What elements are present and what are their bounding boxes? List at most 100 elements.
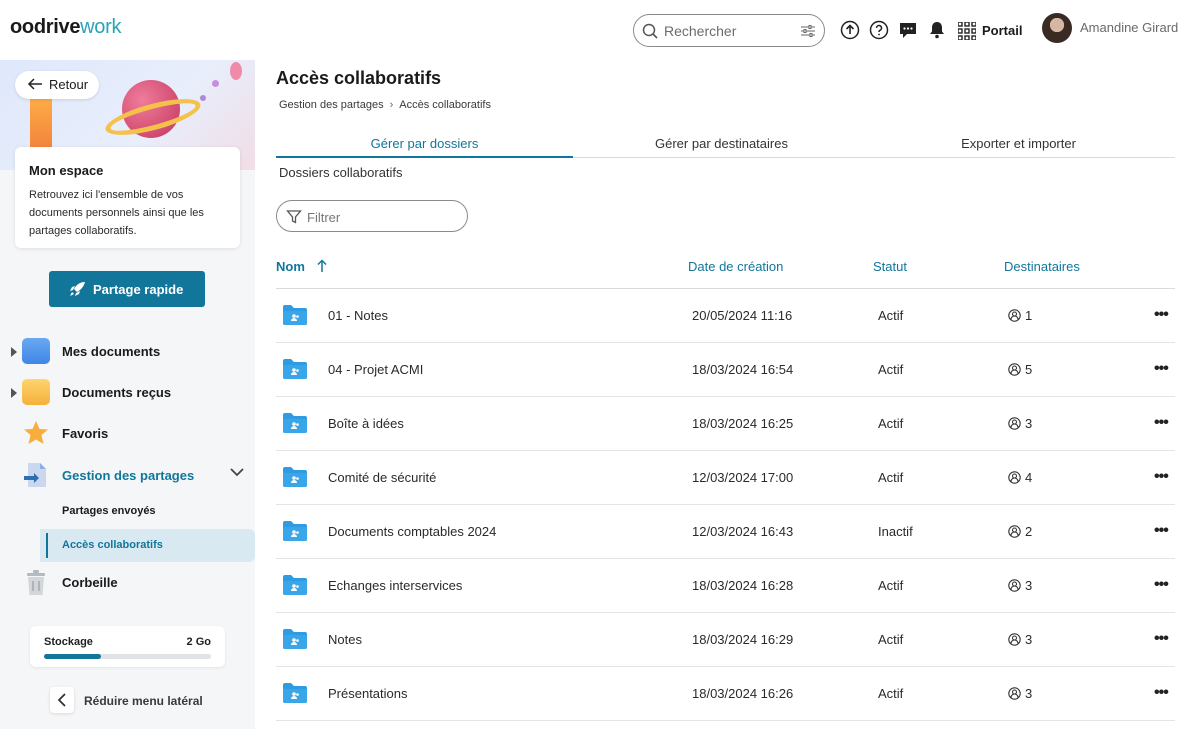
folder-name[interactable]: 04 - Projet ACMI: [328, 362, 423, 377]
search-settings-icon[interactable]: [800, 23, 816, 44]
user-name[interactable]: Amandine Girard: [1080, 20, 1178, 35]
more-options-icon[interactable]: •••: [1154, 360, 1169, 378]
nav-label: Mes documents: [62, 344, 161, 359]
folder-name[interactable]: Notes: [328, 632, 362, 647]
more-options-icon[interactable]: •••: [1154, 630, 1169, 648]
tab-gerer-par-destinataires[interactable]: Gérer par destinataires: [573, 136, 870, 158]
recipients-value: 4: [1025, 470, 1033, 485]
table-row[interactable]: 04 - Projet ACMI 18/03/2024 16:54 Actif 5 ••…: [276, 343, 1175, 397]
apps-grid-icon[interactable]: [957, 21, 977, 45]
shared-folder-icon: [282, 304, 308, 329]
recipient-person-icon: [1008, 632, 1025, 647]
subnav-item-partages-envoyes[interactable]: Partages envoyés: [40, 495, 255, 528]
chat-icon[interactable]: [898, 20, 918, 40]
nav-item-gestion-partages[interactable]: Gestion des partages: [0, 460, 255, 490]
decor-dot: [212, 80, 219, 87]
more-options-icon[interactable]: •••: [1154, 684, 1169, 702]
star-icon: [22, 420, 50, 446]
column-header-name-label: Nom: [276, 259, 305, 274]
more-options-icon[interactable]: •••: [1154, 414, 1169, 432]
expand-caret-icon[interactable]: [11, 347, 17, 357]
nav-item-documents-recus[interactable]: Documents reçus: [0, 377, 255, 407]
tab-gerer-par-dossiers[interactable]: Gérer par dossiers: [276, 136, 573, 158]
folder-name[interactable]: Boîte à idées: [328, 416, 404, 431]
table-row[interactable]: Echanges interservices 18/03/2024 16:28 Ac…: [276, 559, 1175, 613]
recipients-count: 3: [1008, 578, 1032, 593]
creation-date: 12/03/2024 16:43: [692, 524, 794, 539]
nav-item-mes-documents[interactable]: Mes documents: [0, 336, 255, 366]
column-header-name[interactable]: Nom: [276, 259, 327, 276]
recipients-count: 3: [1008, 686, 1032, 701]
table-row[interactable]: Boîte à idées 18/03/2024 16:25 Actif 3 •••: [276, 397, 1175, 451]
more-options-icon[interactable]: •••: [1154, 306, 1169, 324]
sort-ascending-icon[interactable]: [316, 259, 327, 276]
folder-received-icon: [22, 379, 50, 405]
search-box[interactable]: Rechercher: [633, 14, 825, 47]
recipient-person-icon: [1008, 686, 1025, 701]
quick-share-button[interactable]: Partage rapide: [49, 271, 205, 307]
chevron-down-icon[interactable]: [229, 466, 245, 481]
nav-item-favoris[interactable]: Favoris: [0, 418, 255, 448]
back-button[interactable]: Retour: [15, 71, 99, 99]
recipient-person-icon: [1008, 362, 1025, 377]
more-options-icon[interactable]: •••: [1154, 468, 1169, 486]
avatar[interactable]: [1042, 13, 1072, 43]
search-icon: [642, 23, 658, 44]
folder-name[interactable]: Echanges interservices: [328, 578, 462, 593]
breadcrumb-link[interactable]: Gestion des partages: [279, 99, 384, 111]
portail-link[interactable]: Portail: [982, 23, 1022, 38]
recipients-count: 3: [1008, 632, 1032, 647]
nav-item-corbeille[interactable]: Corbeille: [0, 567, 255, 597]
filter-placeholder: Filtrer: [307, 210, 341, 225]
shared-folder-icon: [282, 358, 308, 383]
recipient-person-icon: [1008, 470, 1025, 485]
column-header-date[interactable]: Date de création: [688, 259, 783, 274]
info-card: Mon espace Retrouvez ici l'ensemble de v…: [15, 147, 240, 248]
logo-bold: oodrive: [10, 16, 81, 38]
shared-folder-icon: [282, 574, 308, 599]
subnav-label: Partages envoyés: [62, 505, 156, 517]
more-options-icon[interactable]: •••: [1154, 576, 1169, 594]
more-options-icon[interactable]: •••: [1154, 522, 1169, 540]
table-row[interactable]: 01 - Notes 20/05/2024 11:16 Actif 1 •••: [276, 289, 1175, 343]
table-row[interactable]: Notes 18/03/2024 16:29 Actif 3 •••: [276, 613, 1175, 667]
shared-folder-icon: [282, 412, 308, 437]
recipients-value: 5: [1025, 362, 1033, 377]
recipients-count: 4: [1008, 470, 1032, 485]
filter-input[interactable]: Filtrer: [276, 200, 468, 232]
table-row[interactable]: Comité de sécurité 12/03/2024 17:00 Actif 4…: [276, 451, 1175, 505]
folder-name[interactable]: Comité de sécurité: [328, 470, 436, 485]
bell-icon[interactable]: [927, 20, 947, 40]
tab-exporter-importer[interactable]: Exporter et importer: [870, 136, 1167, 158]
folder-name[interactable]: Présentations: [328, 686, 408, 701]
recipients-count: 5: [1008, 362, 1032, 377]
recipients-count: 3: [1008, 416, 1032, 431]
help-icon[interactable]: [869, 20, 889, 40]
storage-value: 2 Go: [186, 636, 211, 648]
expand-caret-icon[interactable]: [11, 388, 17, 398]
logo[interactable]: oodrivework: [10, 16, 121, 39]
shared-folder-icon: [282, 466, 308, 491]
arrow-left-icon: [27, 77, 43, 94]
folder-name[interactable]: Documents comptables 2024: [328, 524, 496, 539]
chevron-left-icon: [57, 692, 67, 711]
quick-share-label: Partage rapide: [93, 282, 184, 297]
table-row[interactable]: Présentations 18/03/2024 16:26 Actif 3 •••: [276, 667, 1175, 721]
column-header-recipients[interactable]: Destinataires: [1004, 259, 1080, 274]
recipients-value: 2: [1025, 524, 1033, 539]
search-placeholder: Rechercher: [664, 23, 737, 39]
subnav-item-acces-collaboratifs[interactable]: Accès collaboratifs: [40, 529, 255, 562]
upload-icon[interactable]: [840, 20, 860, 40]
storage-label: Stockage: [44, 636, 93, 648]
table-header: Nom Date de création Statut Destinataire…: [276, 255, 1175, 289]
creation-date: 18/03/2024 16:25: [692, 416, 794, 431]
shared-folder-icon: [282, 520, 308, 545]
shared-folder-icon: [282, 682, 308, 707]
collapse-sidebar-button[interactable]: Réduire menu latéral: [50, 687, 240, 715]
column-header-status[interactable]: Statut: [873, 259, 907, 274]
table-row[interactable]: Documents comptables 2024 12/03/2024 16:4…: [276, 505, 1175, 559]
card-title: Mon espace: [29, 163, 104, 178]
folder-name[interactable]: 01 - Notes: [328, 308, 388, 323]
recipient-person-icon: [1008, 578, 1025, 593]
nav-label: Favoris: [62, 426, 109, 441]
